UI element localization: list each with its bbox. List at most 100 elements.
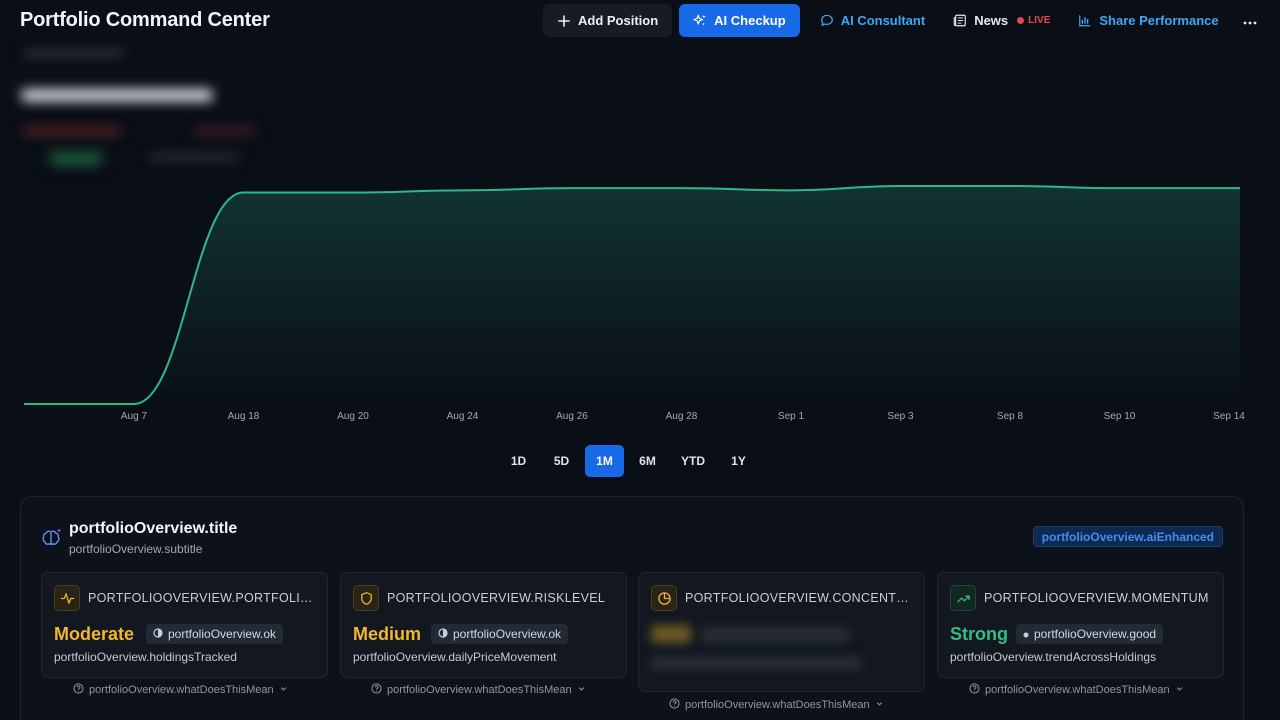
status-chip: portfolioOverview.good [1016,624,1164,644]
chevron-down-icon [1175,684,1184,696]
what-does-this-mean-link[interactable]: portfolioOverview.whatDoesThisMean [371,683,586,697]
half-circle-icon [153,627,163,641]
card-description: portfolioOverview.trendAcrossHoldings [950,650,1157,664]
range-button-6m[interactable]: 6M [628,445,667,477]
help-circle-icon [969,683,980,697]
range-button-5d[interactable]: 5D [542,445,581,477]
ai-consultant-button[interactable]: AI Consultant [806,4,940,37]
news-button[interactable]: News LIVE [939,4,1064,37]
chevron-down-icon [577,684,586,696]
ai-checkup-button[interactable]: AI Checkup [679,4,800,37]
x-tick-label: Aug 26 [556,411,588,422]
shield-icon [353,585,379,611]
card-label: PORTFOLIOOVERVIEW.CONCENTRA... [685,591,915,605]
concentration-value-redacted [651,625,691,643]
what-does-this-mean-link[interactable]: portfolioOverview.whatDoesThisMean [669,698,884,712]
status-chip-label: portfolioOverview.good [1034,627,1157,641]
help-circle-icon [371,683,382,697]
overview-title: portfolioOverview.title [69,520,238,537]
concentration-card: PORTFOLIOOVERVIEW.CONCENTRA... [638,572,925,692]
chat-bubble-icon [820,14,834,28]
x-tick-label: Sep 14 [1213,411,1245,422]
link-label: portfolioOverview.whatDoesThisMean [985,684,1170,696]
what-does-this-mean-link[interactable]: portfolioOverview.whatDoesThisMean [73,683,288,697]
bar-chart-icon [1078,14,1092,28]
range-button-1y[interactable]: 1Y [719,445,758,477]
share-performance-button[interactable]: Share Performance [1064,4,1232,37]
toolbar: Add Position AI Checkup AI Consultant Ne… [543,4,1267,37]
x-tick-label: Sep 1 [778,411,805,422]
link-label: portfolioOverview.whatDoesThisMean [685,699,870,711]
sparkles-icon [693,14,707,28]
portfolio-performance-chart: Aug 7 Aug 18 Aug 20 Aug 24 Aug 26 Aug 28 Sep 1… [0,170,1280,430]
ellipsis-icon [1243,12,1257,30]
portfolio-value-summary-blurred: ▬▬▬▬▬▬▬▬▬ ▬▬▬▬▬ ▬▬▬▬▬▬▬▬ ▬▬▬▬▬ ▬▬▬▬ ▬▬▬▬… [20,40,340,170]
share-performance-label: Share Performance [1099,13,1219,28]
add-position-button[interactable]: Add Position [543,4,673,37]
gain-badge-redacted: ▬▬▬▬ [48,150,104,166]
status-chip-label: portfolioOverview.ok [453,627,562,641]
newspaper-icon [953,14,967,28]
x-tick-label: Aug 24 [447,411,479,422]
time-range-selector: 1D 5D 1M 6M YTD 1Y [499,445,758,477]
activity-pulse-icon [54,585,80,611]
performance-chart-svg: Aug 7 Aug 18 Aug 20 Aug 24 Aug 26 Aug 28 Sep 1… [24,185,1245,422]
health-value: Moderate [54,624,135,644]
card-label: PORTFOLIOOVERVIEW.RISKLEVEL [387,591,606,605]
chart-area-fill [24,186,1240,404]
link-label: portfolioOverview.whatDoesThisMean [387,684,572,696]
momentum-card: PORTFOLIOOVERVIEW.MOMENTUM Strong portfo… [937,572,1224,678]
momentum-value: Strong [950,624,1008,644]
chevron-down-icon [875,699,884,711]
x-tick-label: Sep 8 [997,411,1024,422]
range-button-ytd[interactable]: YTD [671,445,715,477]
range-button-1m[interactable]: 1M [585,445,624,477]
status-chip-label: portfolioOverview.ok [168,627,277,641]
daily-change-redacted: ▬▬▬▬▬▬▬▬ [24,122,120,136]
risk-level-card: PORTFOLIOOVERVIEW.RISKLEVEL Medium portf… [340,572,627,678]
link-label: portfolioOverview.whatDoesThisMean [89,684,274,696]
portfolio-health-card: PORTFOLIOOVERVIEW.PORTFOLIOH... Moderate… [41,572,328,678]
top-bar: Portfolio Command Center Add Position AI… [0,0,1280,42]
chevron-down-icon [279,684,288,696]
portfolio-value-redacted: ▬▬▬▬▬ [22,68,212,110]
help-circle-icon [73,683,84,697]
half-circle-icon [438,627,448,641]
ai-enhanced-badge: portfolioOverview.aiEnhanced [1032,526,1223,547]
live-badge: LIVE [1028,15,1051,26]
card-description: portfolioOverview.dailyPriceMovement [353,650,557,664]
plus-icon [557,14,571,28]
range-button-1d[interactable]: 1D [499,445,538,477]
risk-value: Medium [353,624,422,644]
news-label: News [974,13,1009,28]
live-indicator-dot [1017,17,1025,24]
concentration-desc-redacted [651,657,861,669]
ai-brain-icon [41,527,63,549]
card-label: PORTFOLIOOVERVIEW.PORTFOLIOH... [88,591,318,605]
help-circle-icon [669,698,680,712]
status-chip: portfolioOverview.ok [146,624,284,644]
what-does-this-mean-link[interactable]: portfolioOverview.whatDoesThisMean [969,683,1184,697]
card-label: PORTFOLIOOVERVIEW.MOMENTUM [984,591,1209,605]
card-description: portfolioOverview.holdingsTracked [54,650,237,664]
daily-change-percent-redacted: ▬▬▬▬▬ [195,122,255,136]
value-label-redacted: ▬▬▬▬▬▬▬▬▬ [24,46,123,58]
pie-chart-icon [651,585,677,611]
gain-detail-redacted: ▬▬▬▬▬▬▬▬ [150,150,238,162]
more-options-button[interactable] [1233,4,1267,37]
ai-consultant-label: AI Consultant [840,13,926,28]
x-tick-label: Sep 10 [1104,411,1136,422]
ai-checkup-label: AI Checkup [714,13,786,28]
concentration-chip-redacted [701,628,849,642]
x-tick-label: Aug 18 [228,411,260,422]
dot-icon [1023,627,1029,641]
overview-subtitle: portfolioOverview.subtitle [69,542,203,556]
x-tick-label: Aug 28 [666,411,698,422]
x-tick-label: Aug 20 [337,411,369,422]
add-position-label: Add Position [578,13,659,28]
page-title: Portfolio Command Center [20,9,270,31]
portfolio-overview-panel: portfolioOverview.title portfolioOvervie… [20,496,1244,720]
trending-up-icon [950,585,976,611]
x-tick-label: Aug 7 [121,411,148,422]
status-chip: portfolioOverview.ok [431,624,569,644]
